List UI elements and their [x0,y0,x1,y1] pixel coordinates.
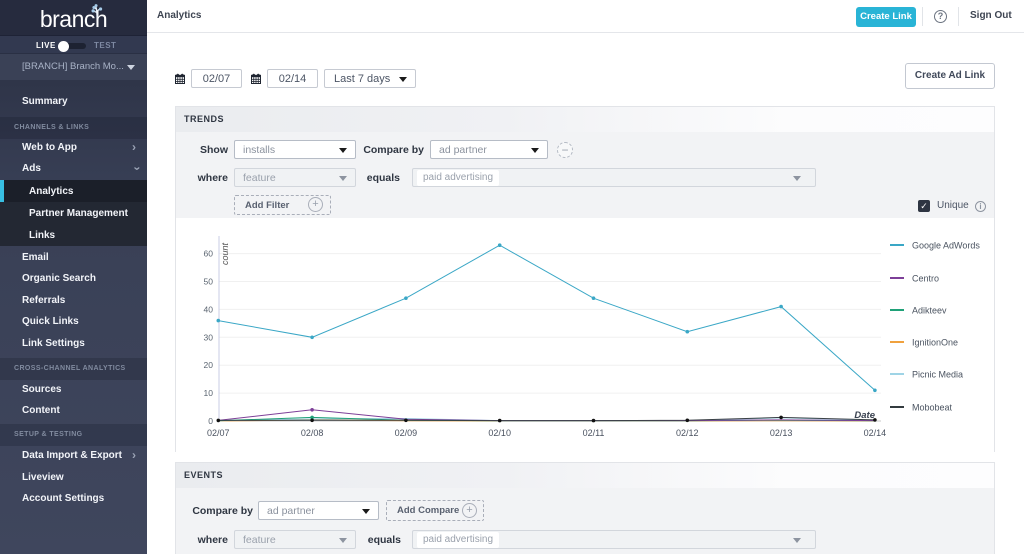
svg-text:20: 20 [204,360,214,370]
svg-text:02/13: 02/13 [770,428,793,438]
svg-text:Adikteev: Adikteev [912,306,947,316]
svg-text:count: count [220,242,230,265]
svg-text:02/10: 02/10 [488,428,511,438]
svg-text:Picnic Media: Picnic Media [912,370,963,380]
svg-text:02/11: 02/11 [583,428,605,438]
svg-text:60: 60 [204,249,214,259]
svg-text:30: 30 [204,332,214,342]
svg-text:0: 0 [208,416,213,426]
svg-text:Google AdWords: Google AdWords [912,241,980,251]
svg-text:Centro: Centro [912,274,939,284]
svg-text:02/14: 02/14 [864,428,887,438]
svg-text:02/08: 02/08 [301,428,324,438]
svg-text:10: 10 [204,388,214,398]
svg-text:02/09: 02/09 [395,428,418,438]
svg-text:40: 40 [204,304,214,314]
svg-text:02/12: 02/12 [676,428,699,438]
svg-text:Mobobeat: Mobobeat [912,403,953,413]
svg-text:02/07: 02/07 [207,428,230,438]
svg-text:IgnitionOne: IgnitionOne [912,338,958,348]
svg-text:50: 50 [204,277,214,287]
